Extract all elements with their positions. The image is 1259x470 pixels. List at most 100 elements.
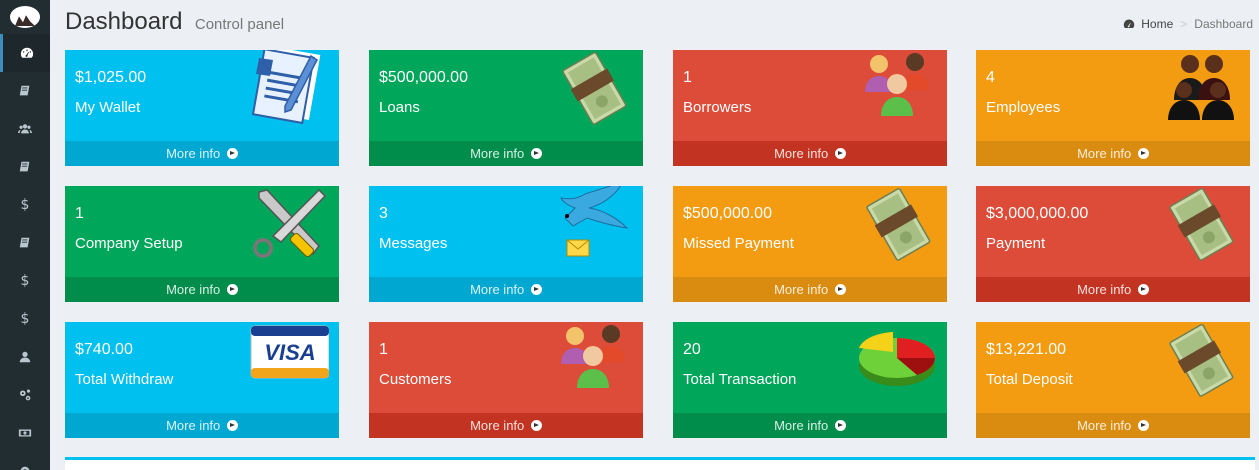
arrow-circle-right-icon — [226, 420, 238, 431]
info-box-total-deposit: $13,221.00 Total Deposit More info — [976, 322, 1250, 438]
book-icon — [19, 85, 30, 96]
more-info-link[interactable]: More info — [65, 141, 339, 166]
more-info-link[interactable]: More info — [65, 413, 339, 438]
breadcrumb-current: Dashboard — [1194, 17, 1253, 31]
more-info-link[interactable]: More info — [65, 277, 339, 302]
dollar-icon: $ — [20, 197, 30, 213]
sidebar-item-book-2[interactable] — [0, 148, 50, 186]
more-info-label: More info — [166, 418, 221, 433]
info-box-label: Loans — [379, 99, 420, 116]
info-box-messages: 3 Messages More info — [369, 186, 643, 302]
sidebar-item-dashboard[interactable] — [0, 34, 50, 72]
info-box-value: $13,221.00 — [986, 341, 1067, 358]
info-box-content: 1 Customers — [379, 340, 452, 390]
user-icon — [19, 351, 31, 363]
more-info-label: More info — [470, 146, 525, 161]
sidebar-item-users[interactable] — [0, 110, 50, 148]
app-logo[interactable] — [0, 0, 50, 34]
logo-icon — [10, 6, 40, 28]
arrow-circle-right-icon — [1137, 148, 1149, 159]
sidebar-item-book-3[interactable] — [0, 224, 50, 262]
dollar-icon: $ — [20, 273, 30, 289]
info-box-label: Total Transaction — [683, 371, 797, 388]
info-box-value: 3 — [379, 205, 388, 222]
page-title: Dashboard — [65, 8, 183, 35]
sidebar-item-dollar-1[interactable]: $ — [0, 186, 50, 224]
arrow-circle-right-icon — [834, 284, 846, 295]
info-box-label: Missed Payment — [683, 235, 794, 252]
arrow-circle-right-icon — [530, 148, 542, 159]
arrow-circle-right-icon — [226, 284, 238, 295]
more-info-label: More info — [470, 418, 525, 433]
sidebar-item-user[interactable] — [0, 338, 50, 376]
more-info-label: More info — [774, 146, 829, 161]
more-info-link[interactable]: More info — [976, 141, 1250, 166]
more-info-label: More info — [166, 282, 221, 297]
more-info-label: More info — [470, 282, 525, 297]
sidebar-item-money[interactable] — [0, 414, 50, 452]
money-stack-icon — [562, 52, 627, 125]
info-box-content: 4 Employees — [986, 68, 1060, 118]
more-info-link[interactable]: More info — [673, 413, 947, 438]
info-box-total-withdraw: $740.00 Total Withdraw VISA More info — [65, 322, 339, 438]
info-box-label: Payment — [986, 235, 1046, 252]
info-box-borrowers: 1 Borrowers More info — [673, 50, 947, 166]
more-info-link[interactable]: More info — [369, 141, 643, 166]
more-info-link[interactable]: More info — [673, 277, 947, 302]
info-box-label: Messages — [379, 235, 448, 252]
sidebar-item-gear[interactable] — [0, 452, 50, 470]
sidebar-item-dollar-3[interactable]: $ — [0, 300, 50, 338]
arrow-circle-right-icon — [834, 148, 846, 159]
info-box-loans: $500,000.00 Loans More info — [369, 50, 643, 166]
info-box-label: Company Setup — [75, 235, 183, 252]
people-icon — [561, 325, 625, 388]
arrow-circle-right-icon — [834, 420, 846, 431]
visa-card-icon: VISA — [250, 325, 329, 379]
page-subtitle: Control panel — [194, 16, 285, 33]
more-info-link[interactable]: More info — [369, 277, 643, 302]
sidebar-item-book-1[interactable] — [0, 72, 50, 110]
more-info-label: More info — [1077, 282, 1132, 297]
info-box-content: $500,000.00 Loans — [379, 68, 468, 118]
svg-text:VISA: VISA — [264, 340, 315, 365]
money-stack-icon — [1169, 324, 1234, 397]
more-info-link[interactable]: More info — [976, 413, 1250, 438]
dashboard-icon — [1124, 19, 1135, 29]
breadcrumb-home-link[interactable]: Home — [1141, 17, 1173, 31]
tools-icon — [253, 188, 327, 258]
sidebar-item-settings[interactable] — [0, 376, 50, 414]
info-box-my-wallet: $1,025.00 My Wallet More info — [65, 50, 339, 166]
info-box-value: 1 — [379, 341, 388, 358]
users-icon — [18, 124, 32, 134]
sidebar-item-dollar-2[interactable]: $ — [0, 262, 50, 300]
more-info-label: More info — [774, 282, 829, 297]
arrow-circle-right-icon — [226, 148, 238, 159]
dollar-icon: $ — [20, 311, 30, 327]
info-box-label: Total Withdraw — [75, 371, 174, 388]
more-info-label: More info — [1077, 146, 1132, 161]
info-box-value: $500,000.00 — [683, 205, 772, 222]
more-info-label: More info — [166, 146, 221, 161]
breadcrumb-separator: > — [1180, 17, 1188, 31]
bird-mail-icon — [560, 186, 629, 257]
info-box-value: $500,000.00 — [379, 69, 468, 86]
info-box-employees: 4 Employees More info — [976, 50, 1250, 166]
info-box-value: $740.00 — [75, 341, 133, 358]
more-info-link[interactable]: More info — [976, 277, 1250, 302]
info-box-label: Customers — [379, 371, 452, 388]
arrow-circle-right-icon — [1137, 284, 1149, 295]
info-box-content: $3,000,000.00 Payment — [986, 204, 1088, 254]
content-panel — [65, 457, 1255, 470]
more-info-label: More info — [1077, 418, 1132, 433]
more-info-link[interactable]: More info — [369, 413, 643, 438]
info-box-value: 4 — [986, 69, 995, 86]
money-icon — [18, 429, 32, 437]
info-box-label: Borrowers — [683, 99, 752, 116]
info-box-content: $740.00 Total Withdraw — [75, 340, 173, 390]
more-info-link[interactable]: More info — [673, 141, 947, 166]
money-stack-icon — [866, 188, 931, 261]
info-box-value: 1 — [683, 69, 692, 86]
cogs-icon — [20, 389, 31, 401]
info-box-label: Total Deposit — [986, 371, 1073, 388]
info-box-content: $500,000.00 Missed Payment — [683, 204, 794, 254]
